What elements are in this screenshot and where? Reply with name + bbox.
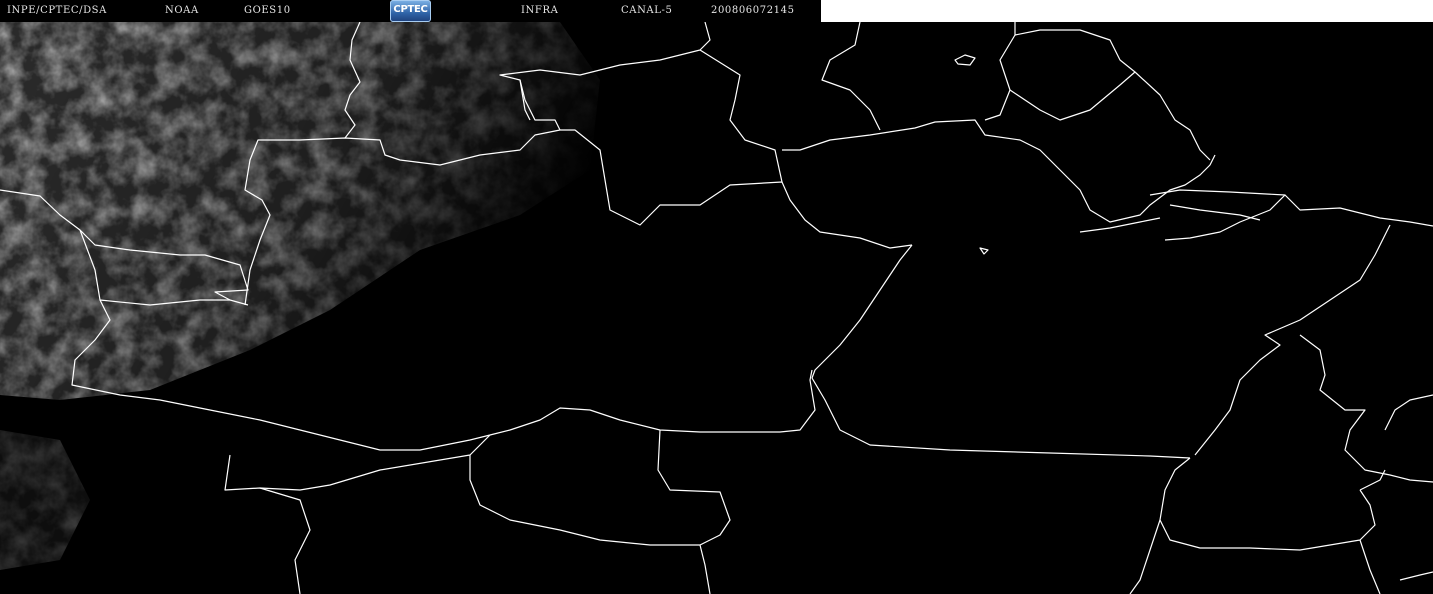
border-mid-diagonal (811, 244, 913, 379)
border-south-5 (699, 544, 711, 594)
border-north-east-1 (782, 119, 1216, 223)
cptec-logo-text: CPTEC (393, 4, 428, 15)
satellite-image-viewer: INPE/CPTEC/DSA NOAA GOES10 CPTEC INFRA C… (0, 0, 1433, 594)
cloud-layer (0, 22, 620, 582)
border-north-3 (699, 49, 783, 183)
satellite-map[interactable] (0, 0, 1433, 594)
header-blank-area (821, 0, 1433, 22)
border-east-2 (1159, 457, 1376, 551)
island-1 (954, 54, 976, 66)
coast-north-east (1284, 194, 1433, 227)
border-south-east-3 (1399, 571, 1433, 581)
channel-label: CANAL-5 (621, 5, 673, 16)
agency-label: NOAA (165, 5, 199, 16)
border-guianas-2 (1009, 71, 1211, 161)
timestamp-label: 200806072145 (711, 5, 795, 16)
amazon-delta-2 (1169, 204, 1261, 221)
source-label: INPE/CPTEC/DSA (7, 5, 107, 16)
border-south-3 (811, 377, 1191, 459)
image-header-bar: INPE/CPTEC/DSA NOAA GOES10 CPTEC INFRA C… (0, 0, 821, 22)
border-east-4 (1384, 394, 1433, 431)
island-2 (979, 247, 989, 255)
border-guianas-4 (1014, 29, 1136, 73)
border-south-east-1 (1129, 519, 1161, 594)
border-east-3 (1299, 334, 1433, 483)
band-label: INFRA (521, 5, 559, 16)
border-east-1 (1194, 224, 1391, 456)
satellite-label: GOES10 (244, 5, 291, 16)
border-guianas-3 (821, 21, 881, 131)
amazon-delta (1149, 189, 1286, 241)
cptec-logo: CPTEC (390, 0, 431, 22)
border-guianas-1 (984, 22, 1016, 121)
border-south-east-2 (1359, 539, 1381, 594)
